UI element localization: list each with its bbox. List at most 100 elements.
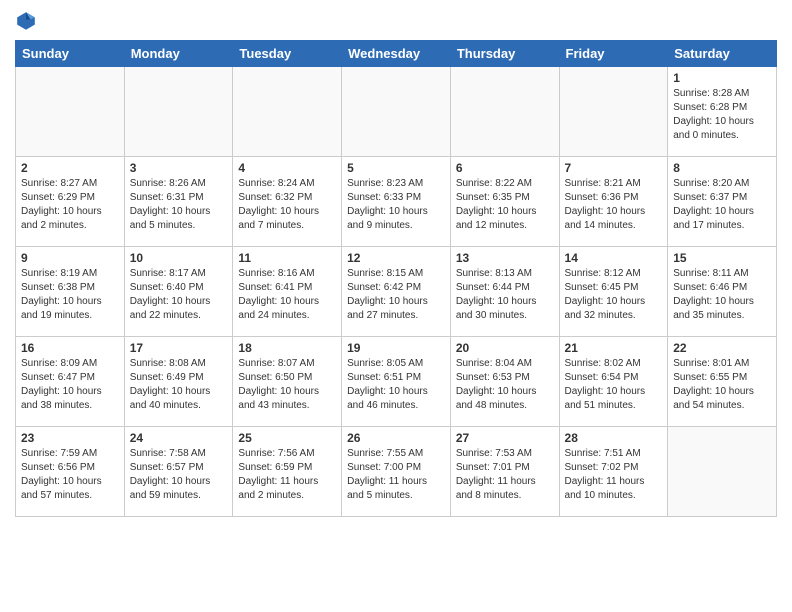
day-number: 5	[347, 161, 445, 175]
calendar-weekday-header: Tuesday	[233, 41, 342, 67]
calendar-day-cell: 27 Sunrise: 7:53 AM Sunset: 7:01 PM Dayli…	[450, 427, 559, 517]
calendar-day-cell: 7 Sunrise: 8:21 AM Sunset: 6:36 PM Daylig…	[559, 157, 668, 247]
calendar-day-cell: 19Sunrise: 8:05 AM Sunset: 6:51 PM Dayli…	[342, 337, 451, 427]
day-number: 21	[565, 341, 663, 355]
calendar-day-cell	[124, 67, 233, 157]
calendar-day-cell: 10 Sunrise: 8:17 AM Sunset: 6:40 PM Dayli…	[124, 247, 233, 337]
calendar-week-row: 2 Sunrise: 8:27 AM Sunset: 6:29 PM Daylig…	[16, 157, 777, 247]
calendar-day-cell: 16 Sunrise: 8:09 AM Sunset: 6:47 PM Dayli…	[16, 337, 125, 427]
calendar-day-cell: 13 Sunrise: 8:13 AM Sunset: 6:44 PM Dayli…	[450, 247, 559, 337]
day-info: Sunrise: 8:01 AM Sunset: 6:55 PM Dayligh…	[673, 357, 771, 413]
day-info: Sunrise: 8:21 AM Sunset: 6:36 PM Dayligh…	[565, 177, 663, 233]
day-info: Sunrise: 8:19 AM Sunset: 6:38 PM Dayligh…	[21, 267, 119, 323]
calendar-day-cell: 24Sunrise: 7:58 AM Sunset: 6:57 PM Dayli…	[124, 427, 233, 517]
calendar-header-row: SundayMondayTuesdayWednesdayThursdayFrid…	[16, 41, 777, 67]
calendar-day-cell: 25 Sunrise: 7:56 AM Sunset: 6:59 PM Dayli…	[233, 427, 342, 517]
calendar-day-cell: 21 Sunrise: 8:02 AM Sunset: 6:54 PM Dayli…	[559, 337, 668, 427]
calendar-day-cell	[450, 67, 559, 157]
day-number: 18	[238, 341, 336, 355]
day-info: Sunrise: 8:07 AM Sunset: 6:50 PM Dayligh…	[238, 357, 336, 413]
calendar-day-cell: 17 Sunrise: 8:08 AM Sunset: 6:49 PM Dayli…	[124, 337, 233, 427]
day-info: Sunrise: 8:23 AM Sunset: 6:33 PM Dayligh…	[347, 177, 445, 233]
day-number: 9	[21, 251, 119, 265]
day-number: 14	[565, 251, 663, 265]
calendar-day-cell	[342, 67, 451, 157]
day-info: Sunrise: 7:56 AM Sunset: 6:59 PM Dayligh…	[238, 447, 336, 503]
calendar-day-cell: 28 Sunrise: 7:51 AM Sunset: 7:02 PM Dayli…	[559, 427, 668, 517]
calendar-day-cell: 15Sunrise: 8:11 AM Sunset: 6:46 PM Dayli…	[668, 247, 777, 337]
calendar-week-row: 23 Sunrise: 7:59 AM Sunset: 6:56 PM Dayli…	[16, 427, 777, 517]
day-number: 2	[21, 161, 119, 175]
calendar-day-cell: 6Sunrise: 8:22 AM Sunset: 6:35 PM Daylig…	[450, 157, 559, 247]
day-number: 10	[130, 251, 228, 265]
calendar-day-cell: 11 Sunrise: 8:16 AM Sunset: 6:41 PM Dayli…	[233, 247, 342, 337]
day-info: Sunrise: 8:24 AM Sunset: 6:32 PM Dayligh…	[238, 177, 336, 233]
calendar-day-cell: 18 Sunrise: 8:07 AM Sunset: 6:50 PM Dayli…	[233, 337, 342, 427]
calendar-day-cell: 3 Sunrise: 8:26 AM Sunset: 6:31 PM Daylig…	[124, 157, 233, 247]
day-info: Sunrise: 8:17 AM Sunset: 6:40 PM Dayligh…	[130, 267, 228, 323]
logo	[15, 10, 39, 32]
day-number: 13	[456, 251, 554, 265]
calendar-day-cell	[559, 67, 668, 157]
day-info: Sunrise: 7:59 AM Sunset: 6:56 PM Dayligh…	[21, 447, 119, 503]
day-info: Sunrise: 8:28 AM Sunset: 6:28 PM Dayligh…	[673, 87, 771, 143]
day-info: Sunrise: 8:16 AM Sunset: 6:41 PM Dayligh…	[238, 267, 336, 323]
day-number: 4	[238, 161, 336, 175]
calendar-day-cell: 1 Sunrise: 8:28 AM Sunset: 6:28 PM Daylig…	[668, 67, 777, 157]
day-info: Sunrise: 8:13 AM Sunset: 6:44 PM Dayligh…	[456, 267, 554, 323]
day-info: Sunrise: 7:53 AM Sunset: 7:01 PM Dayligh…	[456, 447, 554, 503]
day-info: Sunrise: 7:51 AM Sunset: 7:02 PM Dayligh…	[565, 447, 663, 503]
day-info: Sunrise: 8:26 AM Sunset: 6:31 PM Dayligh…	[130, 177, 228, 233]
calendar-weekday-header: Monday	[124, 41, 233, 67]
calendar-day-cell: 14 Sunrise: 8:12 AM Sunset: 6:45 PM Dayli…	[559, 247, 668, 337]
day-number: 11	[238, 251, 336, 265]
calendar-weekday-header: Friday	[559, 41, 668, 67]
calendar-weekday-header: Wednesday	[342, 41, 451, 67]
day-info: Sunrise: 8:27 AM Sunset: 6:29 PM Dayligh…	[21, 177, 119, 233]
calendar-weekday-header: Thursday	[450, 41, 559, 67]
day-number: 23	[21, 431, 119, 445]
day-number: 27	[456, 431, 554, 445]
day-number: 16	[21, 341, 119, 355]
day-info: Sunrise: 8:09 AM Sunset: 6:47 PM Dayligh…	[21, 357, 119, 413]
day-number: 25	[238, 431, 336, 445]
calendar-weekday-header: Sunday	[16, 41, 125, 67]
day-info: Sunrise: 8:02 AM Sunset: 6:54 PM Dayligh…	[565, 357, 663, 413]
day-number: 28	[565, 431, 663, 445]
day-info: Sunrise: 8:12 AM Sunset: 6:45 PM Dayligh…	[565, 267, 663, 323]
day-number: 3	[130, 161, 228, 175]
calendar-day-cell: 22 Sunrise: 8:01 AM Sunset: 6:55 PM Dayli…	[668, 337, 777, 427]
calendar-weekday-header: Saturday	[668, 41, 777, 67]
day-info: Sunrise: 8:15 AM Sunset: 6:42 PM Dayligh…	[347, 267, 445, 323]
logo-icon	[15, 10, 37, 32]
calendar-day-cell: 4 Sunrise: 8:24 AM Sunset: 6:32 PM Daylig…	[233, 157, 342, 247]
day-number: 6	[456, 161, 554, 175]
day-number: 8	[673, 161, 771, 175]
day-number: 12	[347, 251, 445, 265]
day-info: Sunrise: 7:58 AM Sunset: 6:57 PM Dayligh…	[130, 447, 228, 503]
calendar-day-cell: 26 Sunrise: 7:55 AM Sunset: 7:00 PM Dayli…	[342, 427, 451, 517]
day-info: Sunrise: 8:20 AM Sunset: 6:37 PM Dayligh…	[673, 177, 771, 233]
calendar-day-cell: 5 Sunrise: 8:23 AM Sunset: 6:33 PM Daylig…	[342, 157, 451, 247]
calendar-day-cell: 9 Sunrise: 8:19 AM Sunset: 6:38 PM Daylig…	[16, 247, 125, 337]
day-info: Sunrise: 8:08 AM Sunset: 6:49 PM Dayligh…	[130, 357, 228, 413]
calendar-day-cell	[233, 67, 342, 157]
calendar-day-cell	[16, 67, 125, 157]
day-number: 7	[565, 161, 663, 175]
calendar-week-row: 1 Sunrise: 8:28 AM Sunset: 6:28 PM Daylig…	[16, 67, 777, 157]
calendar-day-cell: 23 Sunrise: 7:59 AM Sunset: 6:56 PM Dayli…	[16, 427, 125, 517]
day-number: 1	[673, 71, 771, 85]
calendar-day-cell	[668, 427, 777, 517]
day-number: 17	[130, 341, 228, 355]
calendar-week-row: 16 Sunrise: 8:09 AM Sunset: 6:47 PM Dayli…	[16, 337, 777, 427]
day-info: Sunrise: 7:55 AM Sunset: 7:00 PM Dayligh…	[347, 447, 445, 503]
day-info: Sunrise: 8:11 AM Sunset: 6:46 PM Dayligh…	[673, 267, 771, 323]
day-number: 26	[347, 431, 445, 445]
calendar-day-cell: 8 Sunrise: 8:20 AM Sunset: 6:37 PM Daylig…	[668, 157, 777, 247]
day-info: Sunrise: 8:04 AM Sunset: 6:53 PM Dayligh…	[456, 357, 554, 413]
day-number: 22	[673, 341, 771, 355]
calendar-week-row: 9 Sunrise: 8:19 AM Sunset: 6:38 PM Daylig…	[16, 247, 777, 337]
calendar-table: SundayMondayTuesdayWednesdayThursdayFrid…	[15, 40, 777, 517]
calendar-day-cell: 2 Sunrise: 8:27 AM Sunset: 6:29 PM Daylig…	[16, 157, 125, 247]
day-info: Sunrise: 8:05 AM Sunset: 6:51 PM Dayligh…	[347, 357, 445, 413]
